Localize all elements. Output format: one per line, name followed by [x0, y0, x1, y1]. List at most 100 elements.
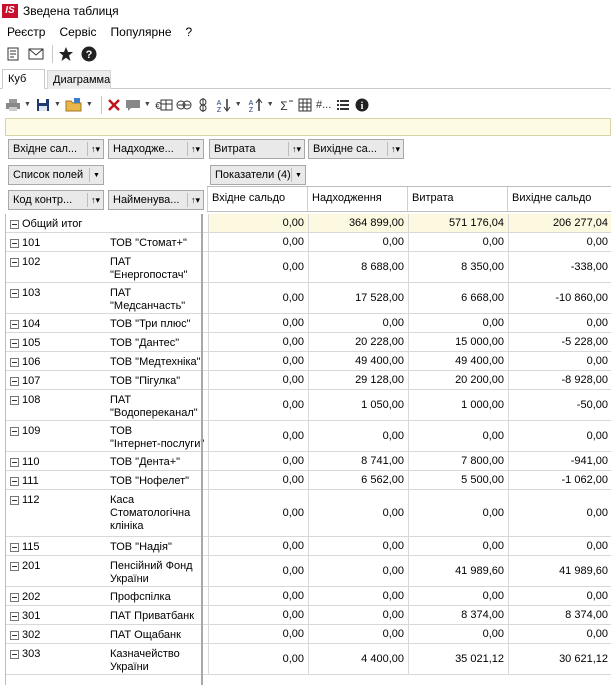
value-cell[interactable]: -1 062,00	[508, 471, 611, 489]
indicators-dropdown[interactable]: Показатели (4) ▼	[210, 165, 306, 185]
menu-service[interactable]: Сервіс	[52, 22, 103, 42]
value-cell[interactable]: 0,00	[208, 214, 308, 232]
column-header-expense[interactable]: Витрата	[407, 187, 507, 211]
value-cell[interactable]: 0,00	[408, 537, 508, 555]
value-cell[interactable]: 0,00	[208, 421, 308, 451]
menu-registry[interactable]: Реєстр	[0, 22, 52, 42]
value-cell[interactable]: -50,00	[508, 390, 611, 420]
value-cell[interactable]: 0,00	[508, 233, 611, 251]
value-cell[interactable]: 41 989,60	[508, 556, 611, 586]
currency-table-icon[interactable]: €	[155, 95, 173, 115]
field-list-dropdown[interactable]: Список полей ▼	[8, 165, 104, 185]
value-cell[interactable]: 0,00	[208, 556, 308, 586]
print-icon[interactable]	[5, 95, 21, 115]
table-row[interactable]: 302 ПАТ Ощабанк 0,00 0,00 0,00 0,00	[6, 625, 611, 644]
collapse-icon[interactable]	[10, 338, 19, 348]
value-cell[interactable]: 0,00	[508, 314, 611, 332]
value-cell[interactable]: 0,00	[208, 252, 308, 282]
value-cell[interactable]: 8 374,00	[408, 606, 508, 624]
value-cell[interactable]: 8 350,00	[408, 252, 508, 282]
filter-area[interactable]	[5, 118, 611, 136]
collapse-icon[interactable]	[10, 257, 19, 267]
table-row[interactable]: 111 ТОВ "Нофелет" 0,00 6 562,00 5 500,00 -1 0…	[6, 471, 611, 490]
sort-filter-icon[interactable]: ↑▾	[187, 142, 203, 156]
table-row[interactable]: 105 ТОВ "Дантес" 0,00 20 228,00 15 000,00 -5 …	[6, 333, 611, 352]
mail-icon[interactable]	[26, 44, 46, 64]
value-cell[interactable]: 0,00	[508, 537, 611, 555]
open-folder-icon[interactable]	[65, 95, 83, 115]
info-icon[interactable]: i	[354, 95, 370, 115]
collapse-icon[interactable]	[10, 495, 19, 505]
swap-axes-icon[interactable]	[195, 95, 211, 115]
collapse-icon[interactable]	[10, 457, 19, 467]
grand-total-row[interactable]: Общий итог 0,00 364 899,00 571 176,04 206 27…	[6, 214, 611, 233]
value-cell[interactable]: 0,00	[408, 490, 508, 536]
save-icon[interactable]	[35, 95, 51, 115]
value-cell[interactable]: -5 228,00	[508, 333, 611, 351]
star-icon[interactable]	[56, 44, 76, 64]
value-cell[interactable]: 0,00	[208, 490, 308, 536]
chevron-down-icon[interactable]: ▼	[291, 168, 305, 182]
table-row[interactable]: 108 ПАТ "Водопереканал" 0,00 1 050,00 1 000,…	[6, 390, 611, 421]
table-row[interactable]: 301 ПАТ Приватбанк 0,00 0,00 8 374,00 8 374,0…	[6, 606, 611, 625]
value-cell[interactable]: 30 621,12	[508, 644, 611, 674]
field-closing-balance[interactable]: Вихідне са... ↑▾	[308, 139, 404, 159]
menu-help[interactable]: ?	[179, 22, 200, 42]
value-cell[interactable]: 0,00	[208, 352, 308, 370]
value-cell[interactable]: 1 050,00	[308, 390, 408, 420]
sort-desc-dropdown-icon[interactable]: ▼	[267, 101, 274, 108]
value-cell[interactable]: 29 128,00	[308, 371, 408, 389]
sort-ascending-icon[interactable]: AZ	[214, 95, 232, 115]
value-cell[interactable]: 6 562,00	[308, 471, 408, 489]
value-cell[interactable]: 0,00	[208, 283, 308, 313]
comment-dropdown-icon[interactable]: ▼	[144, 101, 151, 108]
field-receipts[interactable]: Надходже... ↑▾	[108, 139, 204, 159]
value-cell[interactable]: 0,00	[408, 314, 508, 332]
value-cell[interactable]: 206 277,04	[508, 214, 611, 232]
value-cell[interactable]: 0,00	[208, 625, 308, 643]
comment-icon[interactable]	[125, 95, 141, 115]
value-cell[interactable]: 4 400,00	[308, 644, 408, 674]
value-cell[interactable]: 8 374,00	[508, 606, 611, 624]
value-cell[interactable]: 0,00	[208, 371, 308, 389]
table-row[interactable]: 101 ТОВ "Стомат+" 0,00 0,00 0,00 0,00	[6, 233, 611, 252]
collapse-icon[interactable]	[10, 630, 19, 640]
value-cell[interactable]: 8 741,00	[308, 452, 408, 470]
collapse-icon[interactable]	[10, 238, 19, 248]
table-row[interactable]: 201 Пенсійний Фонд України 0,00 0,00 41 989,…	[6, 556, 611, 587]
value-cell[interactable]: 0,00	[208, 233, 308, 251]
open-dropdown-icon[interactable]: ▼	[86, 101, 93, 108]
value-cell[interactable]: 41 989,60	[408, 556, 508, 586]
value-cell[interactable]: 0,00	[208, 390, 308, 420]
sum-icon[interactable]: Σ	[278, 95, 294, 115]
value-cell[interactable]: 0,00	[508, 490, 611, 536]
tab-chart[interactable]: Диаграмма	[47, 70, 111, 89]
value-cell[interactable]: 0,00	[508, 625, 611, 643]
value-cell[interactable]: 364 899,00	[308, 214, 408, 232]
number-format-button[interactable]: #...	[316, 95, 332, 115]
table-row[interactable]: 202 Профспілка 0,00 0,00 0,00 0,00	[6, 587, 611, 606]
table-row[interactable]: 106 ТОВ "Медтехніка" 0,00 49 400,00 49 400,0…	[6, 352, 611, 371]
value-cell[interactable]: -941,00	[508, 452, 611, 470]
table-row[interactable]: 112 Каса Стоматологічна клініка 0,00 0,00 0,…	[6, 490, 611, 537]
table-row[interactable]: 303 Казначейство України 0,00 4 400,00 35 02…	[6, 644, 611, 675]
collapse-icon[interactable]	[10, 219, 19, 229]
field-opening-balance[interactable]: Вхідне сал... ↑▾	[8, 139, 104, 159]
sort-filter-icon[interactable]: ↑▾	[387, 142, 403, 156]
collapse-icon[interactable]	[10, 288, 19, 298]
value-cell[interactable]: 0,00	[308, 606, 408, 624]
value-cell[interactable]: 0,00	[208, 606, 308, 624]
delete-icon[interactable]	[106, 95, 122, 115]
value-cell[interactable]: 20 200,00	[408, 371, 508, 389]
tab-cube[interactable]: Куб	[2, 69, 45, 89]
value-cell[interactable]: -10 860,00	[508, 283, 611, 313]
value-cell[interactable]: 5 500,00	[408, 471, 508, 489]
table-row[interactable]: 115 ТОВ "Надія" 0,00 0,00 0,00 0,00	[6, 537, 611, 556]
table-row[interactable]: 107 ТОВ "Пігулка" 0,00 29 128,00 20 200,00 -8…	[6, 371, 611, 390]
collapse-icon[interactable]	[10, 357, 19, 367]
value-cell[interactable]: 0,00	[208, 644, 308, 674]
collapse-icon[interactable]	[10, 649, 19, 659]
value-cell[interactable]: 0,00	[208, 587, 308, 605]
save-dropdown-icon[interactable]: ▼	[54, 101, 61, 108]
document-icon[interactable]	[3, 44, 23, 64]
